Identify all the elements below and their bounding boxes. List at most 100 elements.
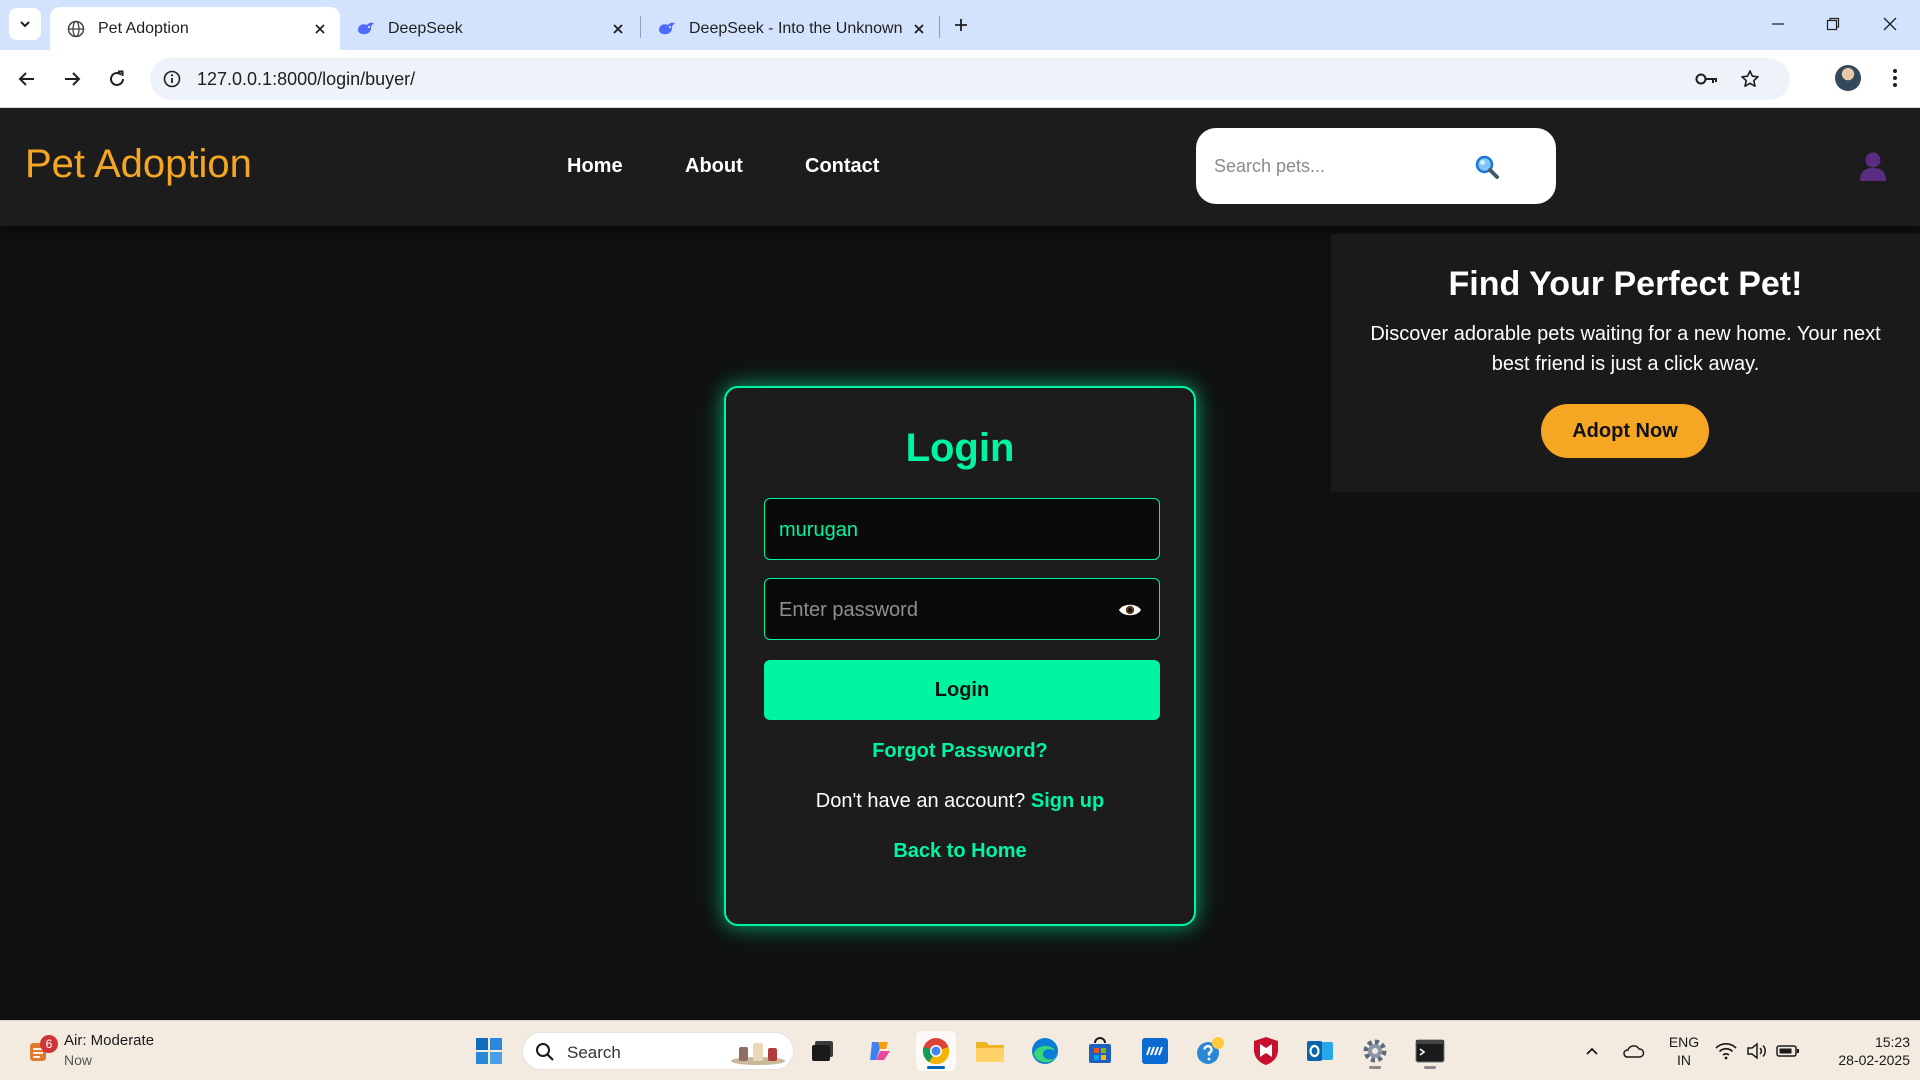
hero-title: Find Your Perfect Pet! [1448,265,1803,303]
hero-text: Discover adorable pets waiting for a new… [1370,323,1881,375]
weather-title: Air: Moderate [64,1032,155,1049]
taskbar-app-chrome[interactable] [916,1031,956,1071]
start-button[interactable] [469,1031,509,1071]
eye-icon[interactable] [1117,598,1143,622]
arrow-left-icon [18,72,34,86]
close-icon[interactable] [308,17,332,41]
minimize-icon [1772,23,1784,25]
taskbar-app-settings[interactable] [1355,1031,1395,1071]
taskbar-app-get-help[interactable] [1190,1031,1230,1071]
taskbar-search-label: Search [567,1043,621,1062]
taskbar-app-copilot[interactable] [860,1031,900,1071]
signup-line: Don't have an account? Sign up [726,790,1194,813]
search-input[interactable] [1214,152,1454,180]
tab-separator [939,16,940,38]
taskbar-app-edge[interactable] [1025,1031,1065,1071]
clock-date: 28-02-2025 [1838,1052,1910,1068]
search-highlight-icon [731,1043,785,1065]
deepseek-whale-icon [356,19,376,39]
tab-title: DeepSeek - Into the Unknown [689,19,903,37]
windows-taskbar: 6 Air: Moderate Now Search ENG IN 15:23 … [0,1020,1920,1080]
input-language[interactable]: ENG IN [1666,1033,1702,1069]
chevron-up-icon [1586,1047,1598,1055]
nav-about[interactable]: About [685,155,743,178]
username-field [764,498,1160,560]
taskbar-app-myhp[interactable] [1135,1031,1175,1071]
tab-search-button[interactable] [9,8,41,40]
back-button[interactable] [11,63,43,95]
browser-toolbar: 127.0.0.1:8000/login/buyer/ [0,50,1920,108]
taskbar-app-file-explorer[interactable] [970,1031,1010,1071]
running-indicator [1369,1066,1381,1069]
password-input[interactable] [779,595,1109,625]
taskbar-app-outlook[interactable] [1300,1031,1340,1071]
password-field [764,578,1160,640]
back-to-home-link[interactable]: Back to Home [726,840,1194,863]
globe-icon [66,19,86,39]
site-brand[interactable]: Pet Adoption [25,142,252,187]
restore-button[interactable] [1809,6,1857,42]
tab-pet-adoption[interactable]: Pet Adoption [50,7,340,50]
volume-icon[interactable] [1745,1039,1769,1063]
chrome-icon [922,1038,950,1065]
onedrive-icon[interactable] [1621,1039,1645,1063]
outlook-icon [1307,1041,1333,1061]
close-icon[interactable] [907,17,931,41]
tab-title: Pet Adoption [98,19,189,37]
wifi-icon[interactable] [1714,1039,1738,1063]
browser-menu-button[interactable] [1880,63,1910,93]
tab-deepseek-into-the-unknown[interactable]: DeepSeek - Into the Unknown [641,7,939,50]
reload-icon [110,70,124,86]
store-icon [1089,1037,1111,1063]
plus-icon [955,19,967,31]
site-info-icon[interactable] [160,67,184,91]
page-viewport: Pet Adoption Home About Contact Find You… [0,108,1920,1020]
login-title: Login [905,426,1015,470]
terminal-icon [1415,1039,1445,1063]
weather-widget[interactable]: 6 Air: Moderate Now [22,1029,202,1073]
search-icon[interactable] [1472,152,1502,182]
user-icon[interactable] [1858,150,1888,182]
profile-avatar[interactable] [1835,65,1861,91]
hero-panel: Find Your Perfect Pet! Discover adorable… [1331,234,1920,492]
username-input[interactable] [779,515,1109,545]
address-bar[interactable]: 127.0.0.1:8000/login/buyer/ [150,58,1790,100]
tray-overflow-button[interactable] [1580,1039,1604,1063]
search-icon [536,1043,554,1061]
taskbar-search[interactable]: Search [522,1032,794,1070]
language-code: ENG [1668,1034,1700,1050]
notification-badge: 6 [40,1035,58,1053]
folder-icon [976,1042,1004,1062]
password-key-icon[interactable] [1694,67,1720,91]
taskbar-app-mcafee[interactable] [1246,1031,1286,1071]
login-button[interactable]: Login [764,660,1160,720]
url-text[interactable]: 127.0.0.1:8000/login/buyer/ [197,69,415,90]
taskbar-app-store[interactable] [1080,1031,1120,1071]
nav-contact[interactable]: Contact [805,155,879,178]
windows-logo-icon [476,1038,502,1064]
restore-icon [1826,17,1840,31]
adopt-now-button[interactable]: Adopt Now [1541,404,1709,458]
reload-button[interactable] [101,63,133,95]
new-tab-button[interactable] [946,10,976,40]
task-view-button[interactable] [803,1031,843,1071]
tab-deepseek[interactable]: DeepSeek [340,7,638,50]
battery-icon[interactable] [1776,1039,1800,1063]
chevron-down-icon [20,21,30,28]
site-header: Pet Adoption Home About Contact [0,108,1920,226]
bookmark-star-icon[interactable] [1738,67,1762,91]
system-clock[interactable]: 15:23 28-02-2025 [1810,1033,1910,1069]
forgot-password-link[interactable]: Forgot Password? [726,740,1194,763]
taskbar-app-terminal[interactable] [1410,1031,1450,1071]
close-icon[interactable] [606,17,630,41]
signup-link[interactable]: Sign up [1031,790,1104,812]
close-icon [1883,17,1897,31]
forward-button[interactable] [56,63,88,95]
browser-tab-strip: Pet Adoption DeepSeek DeepSeek - Into th… [0,0,1920,50]
close-window-button[interactable] [1866,6,1914,42]
nav-home[interactable]: Home [567,155,623,178]
signup-prompt: Don't have an account? [815,790,1026,812]
more-vertical-icon [1893,69,1897,87]
running-indicator [1424,1066,1436,1069]
minimize-button[interactable] [1754,6,1802,42]
